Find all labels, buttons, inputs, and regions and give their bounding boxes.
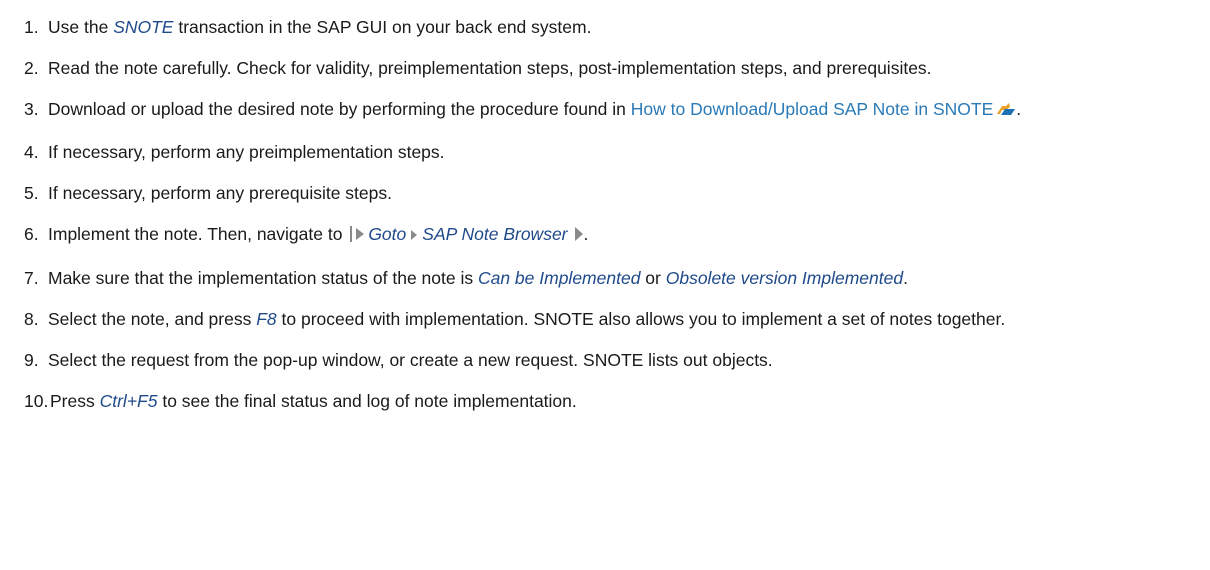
text-run: If necessary, perform any preimplementat… — [48, 142, 445, 162]
step-2: 2. Read the note carefully. Check for val… — [24, 55, 1190, 81]
step-number: 2. — [24, 58, 39, 78]
step-7: 7. Make sure that the implementation stat… — [24, 265, 1190, 291]
step-9: 9. Select the request from the pop-up win… — [24, 347, 1190, 373]
text-run: Make sure that the implementation status… — [48, 268, 478, 288]
text-run: Select the note, and press — [48, 309, 257, 329]
menu-path-start-icon — [350, 224, 366, 250]
menu-path-separator-icon — [410, 222, 418, 248]
text-run: Read the note carefully. Check for valid… — [48, 58, 932, 78]
step-3: 3. Download or upload the desired note by… — [24, 96, 1190, 124]
step-text: Select the note, and press F8 to proceed… — [48, 306, 1138, 332]
text-run: Select the request from the pop-up windo… — [48, 350, 773, 370]
step-number: 3. — [24, 99, 39, 119]
step-text: Press Ctrl+F5 to see the final status an… — [50, 388, 1140, 414]
step-10: 10. Press Ctrl+F5 to see the final status… — [24, 388, 1190, 414]
step-text: Select the request from the pop-up windo… — [48, 347, 1138, 373]
step-text: Read the note carefully. Check for valid… — [48, 55, 1138, 81]
ui-term: SNOTE — [113, 17, 174, 37]
step-number: 5. — [24, 183, 39, 203]
text-run: transaction in the SAP GUI on your back … — [173, 17, 592, 37]
text-run: to proceed with implementation. SNOTE al… — [276, 309, 1006, 329]
text-run: . — [583, 224, 589, 244]
step-number: 10. — [24, 391, 49, 411]
step-5: 5. If necessary, perform any prerequisite… — [24, 180, 1190, 206]
text-run: Download or upload the desired note by p… — [48, 99, 631, 119]
menu-path-end-icon — [574, 223, 584, 249]
step-text: Implement the note. Then, navigate to Go… — [48, 221, 1138, 250]
step-number: 8. — [24, 309, 39, 329]
external-document-icon[interactable] — [996, 98, 1016, 124]
step-text: Download or upload the desired note by p… — [48, 96, 1138, 124]
procedure-document: 1. Use the SNOTE transaction in the SAP G… — [0, 0, 1210, 414]
step-number: 9. — [24, 350, 39, 370]
text-run: . — [903, 268, 908, 288]
step-text: Use the SNOTE transaction in the SAP GUI… — [48, 14, 1138, 40]
text-run: to see the final status and log of note … — [157, 391, 577, 411]
text-run: Use the — [48, 17, 114, 37]
step-text: Make sure that the implementation status… — [48, 265, 1138, 291]
ui-term: F8 — [256, 309, 277, 329]
ui-term: Can be Implemented — [477, 268, 641, 288]
ui-term: Goto — [368, 224, 407, 244]
text-run: Press — [50, 391, 100, 411]
sap-note-link[interactable]: How to Download/Upload SAP Note in SNOTE — [631, 99, 994, 119]
ui-term: Ctrl+F5 — [99, 391, 158, 411]
step-1: 1. Use the SNOTE transaction in the SAP G… — [24, 14, 1190, 40]
ui-term: Obsolete version Implemented — [665, 268, 904, 288]
step-4: 4. If necessary, perform any preimplement… — [24, 139, 1190, 165]
step-number: 4. — [24, 142, 39, 162]
ui-term: SAP Note Browser — [422, 224, 568, 244]
text-run: Implement the note. Then, navigate to — [48, 224, 348, 244]
step-text: If necessary, perform any preimplementat… — [48, 139, 1138, 165]
text-run: If necessary, perform any prerequisite s… — [48, 183, 392, 203]
step-number: 6. — [24, 224, 39, 244]
step-text: If necessary, perform any prerequisite s… — [48, 180, 1138, 206]
text-run: or — [640, 268, 666, 288]
step-8: 8. Select the note, and press F8 to proce… — [24, 306, 1190, 332]
procedure-steps-list: 1. Use the SNOTE transaction in the SAP G… — [24, 14, 1190, 414]
step-6: 6. Implement the note. Then, navigate to … — [24, 221, 1190, 250]
step-number: 1. — [24, 17, 39, 37]
step-number: 7. — [24, 268, 39, 288]
text-run: . — [1016, 99, 1022, 119]
